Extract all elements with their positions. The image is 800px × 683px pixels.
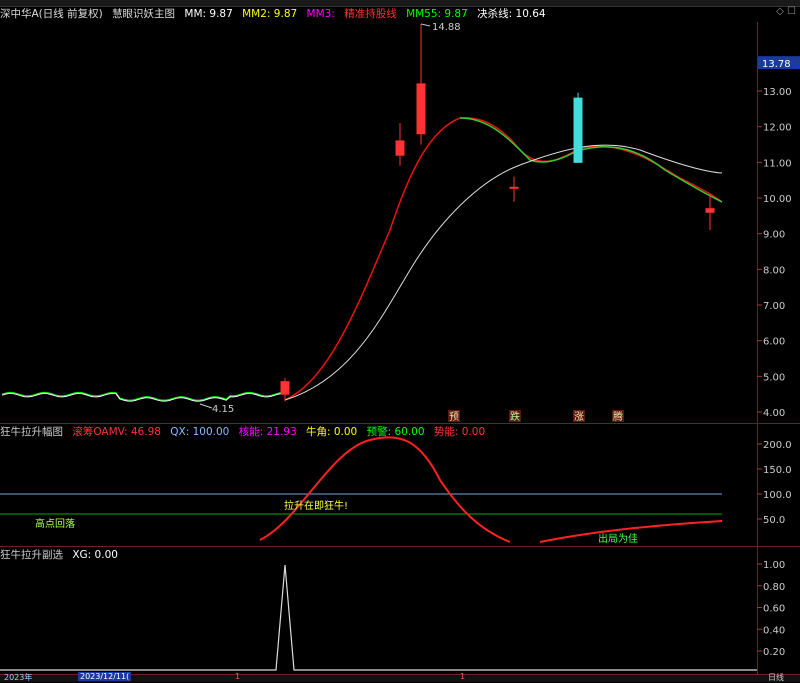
legend-bullhorn: 牛角: 0.00 — [305, 426, 358, 438]
xg-line — [0, 564, 757, 671]
date-label: 1 — [235, 672, 241, 681]
candle-body — [395, 140, 405, 156]
candle-body — [509, 186, 519, 189]
candle-body — [705, 208, 715, 213]
panel3-tick-label: 0.40 — [763, 625, 785, 636]
high-annotation: 14.88 — [432, 22, 461, 33]
signal-label: 跌 — [510, 410, 520, 423]
surge-label: 拉升在即狂牛! — [284, 499, 348, 512]
period-label[interactable]: 日线 — [768, 672, 784, 683]
candle-body — [573, 97, 583, 163]
legend-xg: XG: 0.00 — [72, 549, 118, 561]
panel3-tick-label: 0.60 — [763, 604, 785, 615]
candle-body — [280, 381, 290, 395]
legend-oamv: 滚筹OAMV: 46.98 — [72, 426, 161, 438]
legend-potential: 势能: 0.00 — [433, 426, 486, 438]
price-tick-label: 8.00 — [763, 265, 785, 276]
panel3-tick-label: 0.80 — [763, 582, 785, 593]
panel2-title[interactable]: 狂牛拉升幅图 — [0, 426, 63, 438]
panel3-tick-label: 0.20 — [763, 647, 785, 658]
candle-body — [416, 83, 426, 135]
price-tick-label: 10.00 — [763, 194, 792, 205]
chart-canvas: 13.00 12.00 11.00 10.00 9.00 8.00 7.00 6.00 5.00… — [0, 22, 800, 671]
panel2-legend: 狂牛拉升幅图 滚筹OAMV: 46.98 QX: 100.00 核能: 21.9… — [0, 424, 491, 440]
kill-line — [284, 144, 723, 401]
price-tick-label: 5.00 — [763, 372, 785, 383]
panel3-tick-label: 1.00 — [763, 560, 785, 571]
low-annotation: 4.15 — [212, 404, 234, 415]
price-tick-label: 7.00 — [763, 301, 785, 312]
current-price-label: 13.78 — [762, 59, 791, 70]
oamv-line — [259, 436, 511, 543]
price-tick-label: 4.00 — [763, 408, 785, 419]
price-tick-label: 13.00 — [763, 87, 792, 98]
high-leader — [420, 23, 431, 27]
high-callback-label: 高点回落 — [35, 517, 75, 530]
price-tick-label: 9.00 — [763, 230, 785, 241]
legend-qx: QX: 100.00 — [170, 426, 230, 438]
legend-warning: 预警: 60.00 — [366, 426, 425, 438]
date-label: 1 — [460, 672, 466, 681]
legend-nuclear: 核能: 21.93 — [238, 426, 297, 438]
panel3-title[interactable]: 狂牛拉升副选 — [0, 549, 63, 561]
date-label: 2023年 — [4, 673, 33, 682]
panel3-legend: 狂牛拉升副选 XG: 0.00 — [0, 547, 124, 563]
panel2-tick-label: 200.0 — [763, 440, 792, 451]
signal-label: 预 — [449, 411, 459, 423]
low-leader — [199, 403, 213, 409]
price-tick-label: 12.00 — [763, 123, 792, 134]
price-tick-label: 11.00 — [763, 158, 792, 169]
panel2-tick-label: 50.0 — [763, 515, 785, 526]
panel2-tick-label: 150.0 — [763, 465, 792, 476]
date-cursor: 2023/12/11( — [78, 672, 132, 681]
signal-label: 涨 — [574, 411, 584, 423]
exit-label: 出局为佳 — [598, 532, 638, 545]
price-tick-label: 6.00 — [763, 337, 785, 348]
panel2-tick-label: 100.0 — [763, 490, 792, 501]
signal-label: 腾 — [613, 410, 623, 423]
